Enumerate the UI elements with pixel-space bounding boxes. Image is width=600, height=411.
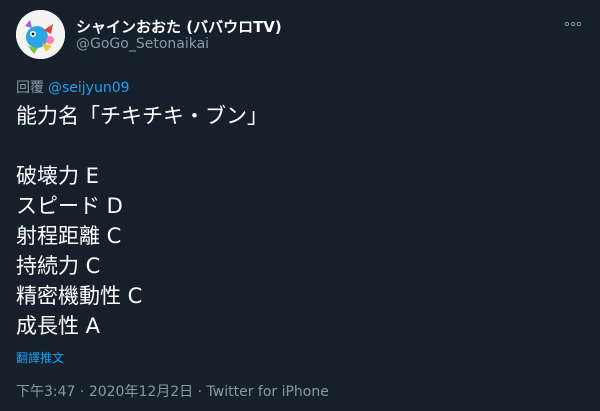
reply-context: 回覆 @seijyun09	[16, 77, 130, 97]
meta-separator: ·	[75, 384, 89, 400]
reply-label: 回覆	[16, 80, 44, 96]
tweet-line: 能力名「チキチキ・ブン」	[16, 104, 268, 128]
tweet-meta: 下午3:47 · 2020年12月2日 · Twitter for iPhone	[16, 381, 329, 401]
tweet-text: 能力名「チキチキ・ブン」 破壊力 E スピード D 射程距離 C 持続力 C 精…	[16, 101, 576, 341]
meta-separator: ·	[193, 384, 207, 400]
tweet-line: 持続力 C	[16, 254, 101, 278]
tweet-time[interactable]: 下午3:47	[16, 384, 75, 400]
tweet-line: 射程距離 C	[16, 224, 122, 248]
tweet-line: 成長性 A	[16, 314, 101, 338]
tweet-source[interactable]: Twitter for iPhone	[207, 384, 329, 400]
translate-tweet-link[interactable]: 翻譯推文	[16, 349, 64, 366]
avatar-image	[16, 10, 65, 59]
more-dots-icon	[564, 21, 582, 27]
avatar[interactable]	[16, 10, 65, 59]
tweet: シャインおおた (ババウロTV) @GoGo_Setonaikai 回覆 @sei…	[0, 0, 600, 411]
tweet-date[interactable]: 2020年12月2日	[89, 384, 193, 400]
display-name[interactable]: シャインおおた (ババウロTV)	[76, 16, 282, 37]
more-icon[interactable]	[562, 12, 584, 34]
tweet-line: スピード D	[16, 194, 123, 218]
user-handle[interactable]: @GoGo_Setonaikai	[76, 36, 209, 52]
tweet-line: 破壊力 E	[16, 164, 99, 188]
tweet-line: 精密機動性 C	[16, 284, 143, 308]
reply-to-link[interactable]: @seijyun09	[48, 80, 130, 96]
tweet-line	[16, 131, 576, 161]
